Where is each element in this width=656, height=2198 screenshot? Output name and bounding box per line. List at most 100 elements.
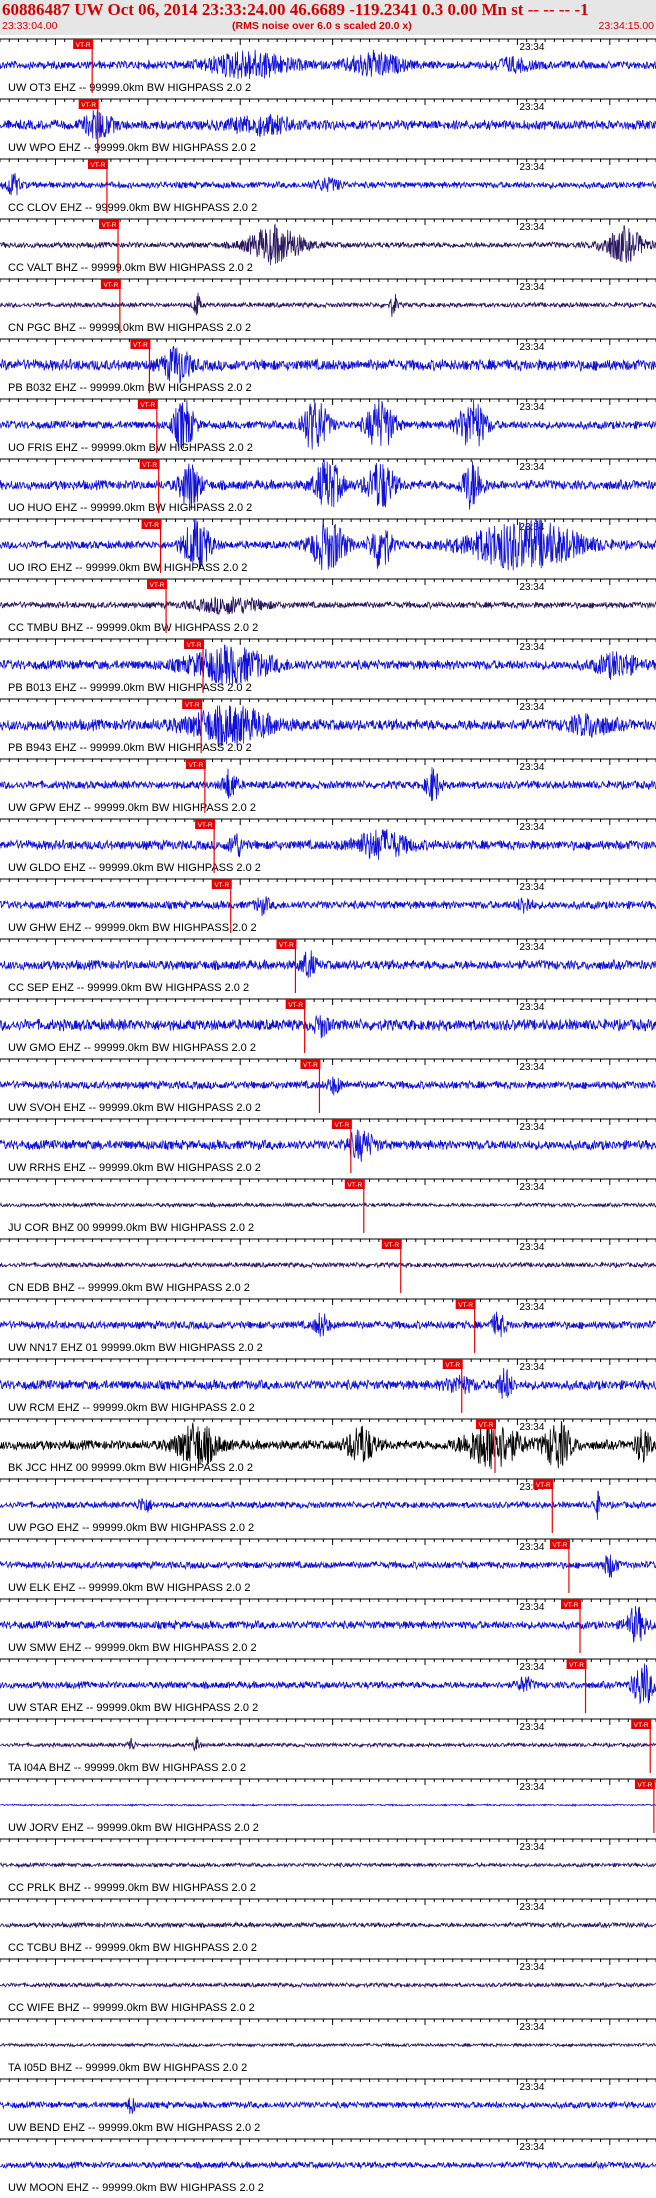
waveform — [0, 595, 656, 616]
waveform — [0, 1201, 656, 1209]
trace-row: 23:34 UW MOON EHZ -- 99999.0km BW HIGHPAS… — [0, 2138, 656, 2194]
start-time: 23:33:04.00 — [2, 20, 58, 32]
station-label: UW RCM EHZ -- 99999.0km BW HIGHPASS 2.0 … — [8, 1402, 255, 1414]
tick-label: 23:34 — [519, 162, 544, 173]
pick-label: VT-R — [103, 282, 118, 289]
pick-label: VT-R — [458, 1302, 473, 1309]
trace-row: 23:34 JU COR BHZ 00 99999.0km BW HIGHPASS… — [0, 1178, 656, 1234]
trace-row: 23:34 UW RRHS EHZ -- 99999.0km BW HIGHPAS… — [0, 1118, 656, 1174]
pick-label: VT-R — [91, 162, 106, 169]
waveform — [0, 1367, 656, 1400]
seismogram-plot: 23:34 UW OT3 EHZ -- 99999.0km BW HIGHPASS… — [0, 38, 656, 2194]
trace-row: 23:34 UW GPW EHZ -- 99999.0km BW HIGHPASS… — [0, 758, 656, 814]
station-label: UW RRHS EHZ -- 99999.0km BW HIGHPASS 2.0… — [8, 1162, 261, 1174]
pick-label: VT-R — [569, 1662, 584, 1669]
trace-row: 23:34 UW OT3 EHZ -- 99999.0km BW HIGHPASS… — [0, 38, 656, 94]
waveform — [0, 292, 656, 317]
station-label: JU COR BHZ 00 99999.0km BW HIGHPASS 2.0 … — [8, 1222, 254, 1234]
waveform — [0, 1803, 656, 1807]
station-label: CC TMBU BHZ -- 99999.0km BW HIGHPASS 2.0… — [8, 622, 258, 634]
pick-label: VT-R — [445, 1362, 460, 1369]
trace-row: 23:34 UW GHW EHZ -- 99999.0km BW HIGHPASS… — [0, 878, 656, 934]
waveform — [0, 110, 656, 140]
trace-row: 23:34 CN PGC BHZ -- 99999.0km BW HIGHPASS… — [0, 278, 656, 334]
tick-label: 23:34 — [519, 102, 544, 113]
pick-label: VT-R — [133, 342, 148, 349]
trace-row: 23:34 BK JCC HHZ 00 99999.0km BW HIGHPASS… — [0, 1418, 656, 1474]
trace-row: 23:34 UW GMO EHZ -- 99999.0km BW HIGHPASS… — [0, 998, 656, 1054]
waveform — [0, 1663, 656, 1705]
station-label: PB B943 EHZ -- 99999.0km BW HIGHPASS 2.0… — [8, 742, 252, 754]
station-label: UW MOON EHZ -- 99999.0km BW HIGHPASS 2.0… — [8, 2182, 264, 2194]
pick-label: VT-R — [150, 582, 165, 589]
trace-row: 23:34UW PGO EHZ -- 99999.0km BW HIGHPASS… — [0, 1478, 656, 1534]
waveform — [0, 1261, 656, 1270]
station-label: UW ELK EHZ -- 99999.0km BW HIGHPASS 2.0 … — [8, 1582, 250, 1594]
pick-label: VT-R — [76, 42, 91, 49]
pick-label: VT-R — [185, 702, 200, 709]
pick-label: VT-R — [140, 402, 155, 409]
waveform — [0, 2097, 656, 2115]
trace-row: 23:34 PB B943 EHZ -- 99999.0km BW HIGHPAS… — [0, 698, 656, 754]
station-label: UW GMO EHZ -- 99999.0km BW HIGHPASS 2.0 … — [8, 1042, 256, 1054]
station-label: UW SVOH EHZ -- 99999.0km BW HIGHPASS 2.0… — [8, 1102, 261, 1114]
trace-row: 23:34 UW NN17 EHZ 01 99999.0km BW HIGHPAS… — [0, 1298, 656, 1354]
station-label: UW BEND EHZ -- 99999.0km BW HIGHPASS 2.0… — [8, 2122, 260, 2134]
waveform — [0, 950, 656, 978]
pick-label: VT-R — [553, 1542, 568, 1549]
trace-row: 23:34 UW GLDO EHZ -- 99999.0km BW HIGHPAS… — [0, 818, 656, 874]
station-label: PB B032 EHZ -- 99999.0km BW HIGHPASS 2.0… — [8, 382, 252, 394]
pick-label: VT-R — [384, 1242, 399, 1249]
tick-label: 23:34 — [519, 402, 544, 413]
pick-label: VT-R — [634, 1722, 649, 1729]
pick-label: VT-R — [564, 1602, 579, 1609]
trace-row: 23:34 UW ELK EHZ -- 99999.0km BW HIGHPASS… — [0, 1538, 656, 1594]
tick-label: 23:34 — [519, 282, 544, 293]
pick-label: VT-R — [347, 1182, 362, 1189]
trace-row: 23:34 TA I04A BHZ -- 99999.0km BW HIGHPAS… — [0, 1718, 656, 1774]
waveform — [0, 1076, 656, 1096]
tick-label: 23:34 — [519, 1782, 544, 1793]
station-label: CN EDB BHZ -- 99999.0km BW HIGHPASS 2.0 … — [8, 1282, 250, 1294]
tick-label: 23:34 — [519, 462, 544, 473]
tick-label: 23:34 — [519, 582, 544, 593]
tick-label: 23:34 — [519, 1542, 544, 1553]
tick-label: 23:34 — [519, 762, 544, 773]
waveform — [0, 173, 656, 196]
tick-label: 23:34 — [519, 1242, 544, 1253]
trace-row: 23:34 UW RCM EHZ -- 99999.0km BW HIGHPASS… — [0, 1358, 656, 1414]
station-label: CC VALT BHZ -- 99999.0km BW HIGHPASS 2.0… — [8, 262, 253, 274]
header: 60886487 UW Oct 06, 2014 23:33:24.00 46.… — [0, 0, 656, 35]
waveform — [0, 1981, 656, 1989]
tick-label: 23:34 — [519, 2082, 544, 2093]
pick-label: VT-R — [142, 462, 157, 469]
scaling-note: (RMS noise over 6.0 s scaled 20.0 x) — [232, 20, 412, 32]
station-label: UW JORV EHZ -- 99999.0km BW HIGHPASS 2.0… — [8, 1822, 259, 1834]
trace-row: 23:34 UO FRIS EHZ -- 99999.0km BW HIGHPAS… — [0, 398, 656, 454]
tick-label: 23:34 — [519, 1662, 544, 1673]
tick-label: 23:34 — [519, 1122, 544, 1133]
waveform — [0, 1736, 656, 1752]
tick-label: 23:34 — [519, 1302, 544, 1313]
waveform — [0, 2041, 656, 2049]
tick-label: 23:34 — [519, 702, 544, 713]
trace-row: 23:34 CC SEP EHZ -- 99999.0km BW HIGHPASS… — [0, 938, 656, 994]
waveform — [0, 644, 656, 686]
station-label: CC SEP EHZ -- 99999.0km BW HIGHPASS 2.0 … — [8, 982, 249, 994]
station-label: UW PGO EHZ -- 99999.0km BW HIGHPASS 2.0 … — [8, 1522, 254, 1534]
tick-label: 23:34 — [519, 642, 544, 653]
station-label: BK JCC HHZ 00 99999.0km BW HIGHPASS 2.0 … — [8, 1462, 253, 1474]
waveform — [0, 828, 656, 860]
pick-label: VT-R — [303, 1062, 318, 1069]
tick-label: 23:34 — [519, 2142, 544, 2153]
event-title: 60886487 UW Oct 06, 2014 23:33:24.00 46.… — [2, 0, 589, 19]
waveform — [0, 1920, 656, 1929]
waveform — [0, 705, 656, 747]
pick-label: VT-R — [102, 222, 117, 229]
waveform — [0, 896, 656, 917]
station-label: CC TCBU BHZ -- 99999.0km BW HIGHPASS 2.0… — [8, 1942, 257, 1954]
waveform — [0, 2160, 656, 2170]
station-label: UW GHW EHZ -- 99999.0km BW HIGHPASS 2.0 … — [8, 922, 257, 934]
tick-label: 23:34 — [519, 42, 544, 53]
station-label: UO FRIS EHZ -- 99999.0km BW HIGHPASS 2.0… — [8, 442, 253, 454]
